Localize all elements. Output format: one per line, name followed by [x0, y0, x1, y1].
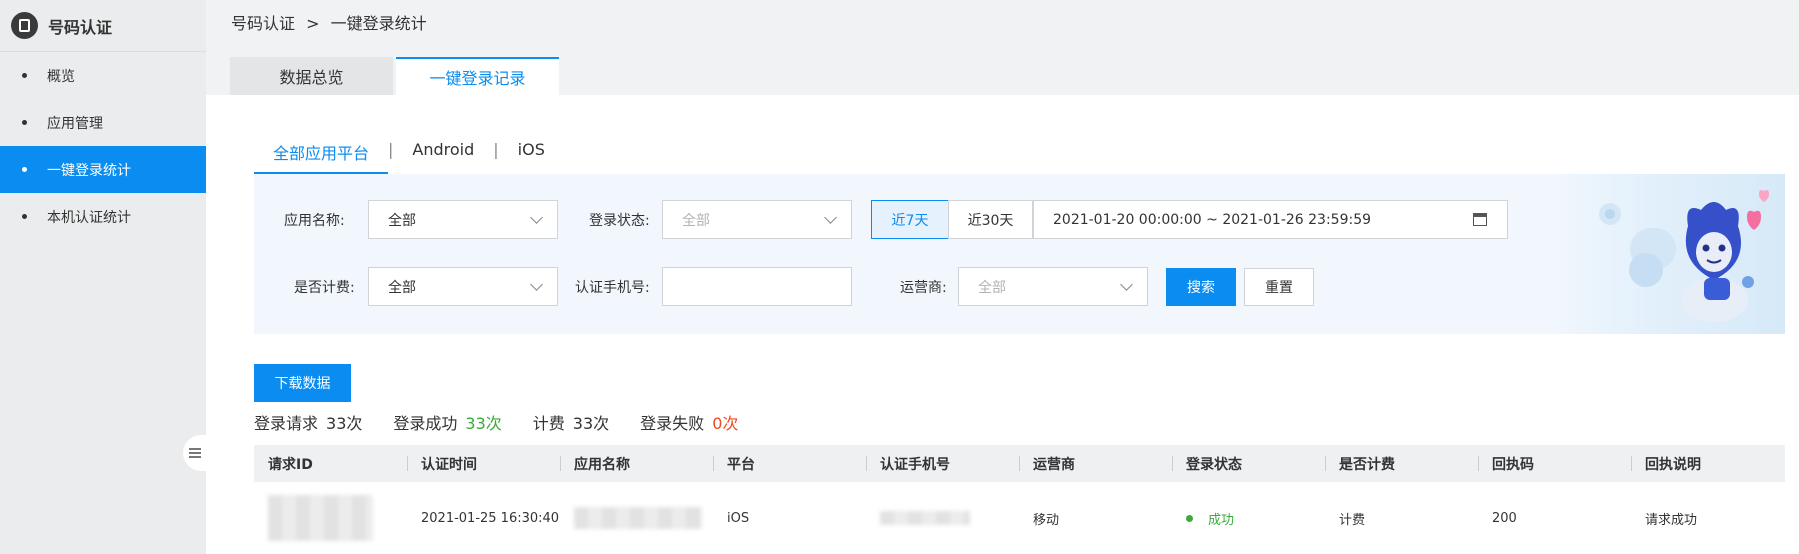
download-data-button[interactable]: 下载数据	[254, 364, 351, 402]
column-header-return-message: 回执说明	[1631, 445, 1784, 482]
tab-data-overview[interactable]: 数据总览	[230, 57, 393, 95]
phone-input[interactable]	[662, 267, 852, 306]
login-status-label: 登录状态:	[589, 213, 650, 229]
tab-login-records[interactable]: 一键登录记录	[396, 57, 559, 95]
status-dot-icon	[1186, 514, 1193, 522]
login-status-select[interactable]: 全部	[662, 200, 852, 239]
chevron-down-icon	[530, 211, 543, 224]
stat-value: 33次	[326, 414, 363, 433]
range-30-days-button[interactable]: 近30天	[948, 200, 1033, 239]
redacted-value	[574, 507, 702, 529]
app-name-label: 应用名称:	[284, 213, 345, 229]
chevron-down-icon	[1120, 278, 1133, 291]
sidebar-item-local-auth-stats[interactable]: 本机认证统计	[0, 193, 206, 240]
stats-summary: 登录请求 33次 登录成功 33次 计费 33次 登录失败 0次	[254, 410, 769, 434]
stat-value: 0次	[712, 414, 739, 433]
bullet-icon	[22, 167, 27, 172]
cell-login-status: 成功	[1172, 482, 1325, 554]
chevron-down-icon	[824, 211, 837, 224]
breadcrumb: 号码认证 > 一键登录统计	[231, 10, 427, 34]
column-header-carrier: 运营商	[1019, 445, 1172, 482]
billing-select[interactable]: 全部	[368, 267, 558, 306]
filter-panel: 应用名称: 全部 登录状态: 全部 近7天 近30天 2021-01-20 00…	[254, 174, 1785, 334]
redacted-value	[268, 495, 373, 541]
breadcrumb-root[interactable]: 号码认证	[231, 14, 295, 33]
platform-tab-all[interactable]: 全部应用平台	[254, 130, 389, 174]
sidebar-title: 号码认证	[48, 17, 113, 37]
column-header-auth-time: 认证时间	[407, 445, 560, 482]
stat-label: 登录失败	[640, 414, 705, 433]
phone-auth-logo-icon	[11, 12, 38, 39]
sidebar: 号码认证 概览 应用管理 一键登录统计 本机认证统计	[0, 0, 206, 554]
stat-value: 33次	[572, 414, 610, 433]
stat-login-success: 登录成功 33次	[393, 410, 501, 434]
reset-button[interactable]: 重置	[1244, 268, 1314, 306]
cell-carrier: 移动	[1033, 512, 1060, 528]
sidebar-item-app-management[interactable]: 应用管理	[0, 99, 206, 146]
bullet-icon	[22, 214, 27, 219]
sidebar-item-one-click-login-stats[interactable]: 一键登录统计	[0, 146, 206, 193]
stat-label: 计费	[532, 414, 565, 433]
carrier-select[interactable]: 全部	[958, 267, 1148, 306]
stat-billing: 计费 33次	[533, 410, 609, 434]
stat-value: 33次	[465, 414, 502, 433]
date-range-value: 2021-01-20 00:00:00 ~ 2021-01-26 23:59:5…	[1053, 211, 1372, 228]
sidebar-item-label: 应用管理	[47, 115, 103, 132]
platform-tab-ios[interactable]: iOS	[499, 130, 564, 174]
redacted-value	[880, 511, 970, 525]
status-text: 成功	[1208, 512, 1235, 528]
chevron-down-icon	[530, 278, 543, 291]
cell-app-name	[560, 482, 713, 554]
date-range-picker[interactable]: 2021-01-20 00:00:00 ~ 2021-01-26 23:59:5…	[1033, 200, 1508, 239]
bullet-icon	[22, 120, 27, 125]
stat-login-failed: 登录失败 0次	[640, 410, 738, 434]
stat-login-requests: 登录请求 33次	[254, 410, 362, 434]
collapse-sidebar-icon[interactable]	[183, 435, 206, 471]
platform-tab-android[interactable]: Android	[393, 130, 493, 174]
stat-label: 登录请求	[254, 414, 319, 433]
column-header-login-status: 登录状态	[1172, 445, 1325, 482]
mascot-illustration	[1554, 174, 1785, 334]
column-header-platform: 平台	[713, 445, 866, 482]
app-name-value: 全部	[388, 212, 416, 229]
table-header: 请求ID 认证时间 应用名称 平台 认证手机号 运营商 登录状态 是否计费 回执…	[254, 445, 1785, 482]
column-header-billing: 是否计费	[1325, 445, 1478, 482]
cell-request-id	[254, 482, 407, 554]
login-status-value: 全部	[682, 212, 710, 229]
billing-label: 是否计费:	[294, 280, 355, 296]
cell-phone	[866, 482, 1019, 554]
sidebar-item-label: 本机认证统计	[47, 209, 131, 226]
range-7-days-button[interactable]: 近7天	[871, 200, 949, 239]
cell-auth-time: 2021-01-25 16:30:40	[421, 510, 560, 526]
breadcrumb-current: 一键登录统计	[330, 14, 427, 33]
column-header-app-name: 应用名称	[560, 445, 713, 482]
sidebar-item-label: 概览	[47, 68, 75, 85]
column-header-phone: 认证手机号	[866, 445, 1019, 482]
column-header-return-code: 回执码	[1478, 445, 1631, 482]
phone-label: 认证手机号:	[575, 280, 650, 296]
billing-value: 全部	[388, 279, 416, 296]
bullet-icon	[22, 73, 27, 78]
app-name-select[interactable]: 全部	[368, 200, 558, 239]
cell-return-message: 请求成功	[1645, 512, 1698, 528]
sidebar-header: 号码认证	[0, 0, 206, 52]
calendar-icon	[1473, 213, 1487, 226]
sidebar-item-label: 一键登录统计	[47, 162, 131, 179]
carrier-label: 运营商:	[900, 280, 947, 296]
search-button[interactable]: 搜索	[1166, 268, 1236, 306]
cell-billing: 计费	[1339, 512, 1366, 528]
breadcrumb-separator: >	[306, 14, 320, 33]
cell-return-code: 200	[1492, 510, 1517, 526]
table-row: 2021-01-25 16:30:40 iOS 移动 成功 计费 200 请求成…	[254, 482, 1785, 554]
column-header-request-id: 请求ID	[268, 456, 313, 473]
platform-tabs: 全部应用平台 | Android | iOS	[254, 130, 564, 174]
cell-platform: iOS	[727, 510, 750, 526]
sidebar-item-overview[interactable]: 概览	[0, 52, 206, 99]
carrier-value: 全部	[978, 279, 1006, 296]
stat-label: 登录成功	[393, 414, 458, 433]
